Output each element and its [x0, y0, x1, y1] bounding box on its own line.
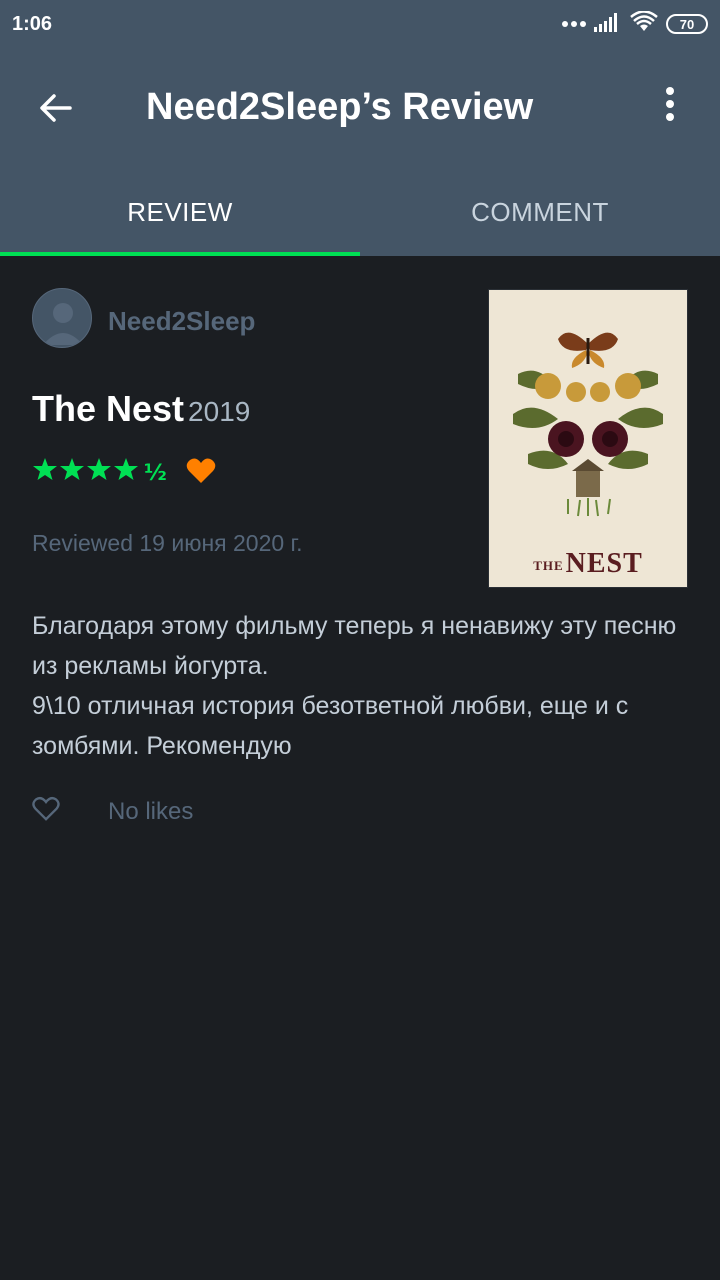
- app-bar: Need2Sleep’s Review: [0, 48, 720, 168]
- film-title: The Nest: [32, 388, 185, 429]
- signal-icon: [594, 12, 622, 37]
- svg-text:½: ½: [144, 461, 167, 486]
- reviewed-date: Reviewed 19 июня 2020 г.: [32, 530, 303, 556]
- more-options-button[interactable]: [650, 84, 690, 124]
- likes-count: No likes: [108, 798, 194, 825]
- tab-review[interactable]: REVIEW: [0, 168, 360, 256]
- page-title: Need2Sleep’s Review: [146, 86, 534, 128]
- arrow-back-icon: [40, 94, 72, 122]
- stars-icon: ½: [33, 458, 167, 486]
- film-heading[interactable]: The Nest 2019: [32, 388, 250, 430]
- battery-icon: 70: [666, 14, 708, 34]
- review-text: Благодаря этому фильму теперь я ненавижу…: [32, 606, 692, 766]
- review-paragraph: Благодаря этому фильму теперь я ненавижу…: [32, 612, 677, 680]
- status-icons: 70: [562, 9, 708, 38]
- back-button[interactable]: [36, 88, 76, 128]
- heart-outline-icon: [32, 796, 60, 821]
- default-avatar-icon: [43, 303, 83, 345]
- tab-bar: REVIEW COMMENT: [0, 168, 720, 256]
- review-paragraph: 9\10 отличная история безответной любви,…: [32, 692, 629, 760]
- status-bar: 1:06 70: [0, 0, 720, 48]
- username[interactable]: Need2Sleep: [108, 306, 255, 337]
- star-rating: ½: [32, 456, 172, 486]
- more-vert-icon: [666, 87, 674, 121]
- status-time: 1:06: [12, 12, 53, 35]
- liked-heart-icon: [186, 457, 216, 490]
- like-button[interactable]: [32, 796, 60, 822]
- review-content: Need2Sleep The Nest 2019 ½ Reviewed 19 ию…: [0, 256, 720, 1280]
- avatar[interactable]: [32, 288, 92, 348]
- film-year: 2019: [188, 396, 251, 427]
- poster-artwork-icon: [513, 332, 663, 517]
- film-poster[interactable]: THENEST: [488, 289, 688, 588]
- wifi-icon: [630, 9, 658, 38]
- dots-icon: [562, 15, 586, 33]
- poster-title: THENEST: [533, 548, 643, 579]
- tab-comment[interactable]: COMMENT: [360, 168, 720, 256]
